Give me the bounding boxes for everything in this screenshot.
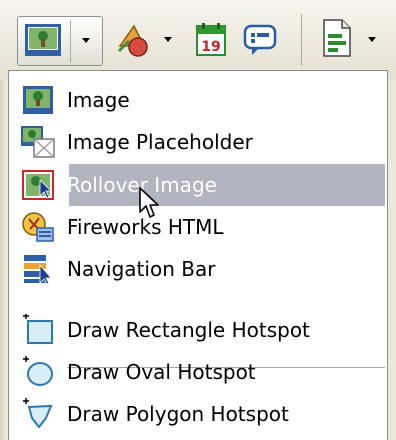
calendar-icon: 19 <box>196 23 226 56</box>
document-button[interactable] <box>318 16 388 64</box>
comment-button[interactable] <box>240 16 280 64</box>
mouse-cursor-icon <box>139 187 159 218</box>
date-button[interactable]: 19 <box>193 16 229 64</box>
comment-icon <box>243 24 277 55</box>
menu-item-fireworks-html[interactable]: Fireworks HTML <box>13 206 385 248</box>
menu-item-label: Image <box>67 88 130 112</box>
image-dropdown-menu: Image Image Placeholder Rollover Image F… <box>8 70 388 440</box>
menu-item-label: Draw Oval Hotspot <box>67 360 256 384</box>
toolbar-separator <box>301 14 302 66</box>
polygon-hotspot-icon <box>13 393 63 435</box>
dropdown-arrow-icon[interactable] <box>162 33 174 45</box>
image-button[interactable] <box>17 16 103 66</box>
menu-item-draw-polygon-hotspot[interactable]: Draw Polygon Hotspot <box>13 393 385 435</box>
insert-toolbar: 19 <box>0 0 396 80</box>
oval-hotspot-icon <box>13 351 63 393</box>
menu-item-label: Draw Rectangle Hotspot <box>67 318 310 342</box>
menu-item-label: Image Placeholder <box>67 130 253 154</box>
image-icon <box>24 23 62 57</box>
dropdown-arrow-icon[interactable] <box>366 33 378 45</box>
document-icon <box>320 18 356 58</box>
shapes-icon <box>114 20 154 60</box>
image-placeholder-icon <box>13 121 63 163</box>
menu-item-draw-oval-hotspot[interactable]: Draw Oval Hotspot <box>13 351 385 393</box>
menu-item-navigation-bar[interactable]: Navigation Bar <box>13 248 385 290</box>
calendar-date-label: 19 <box>201 39 220 55</box>
rectangle-hotspot-icon <box>13 309 63 351</box>
shape-button[interactable] <box>110 16 180 64</box>
menu-item-draw-rectangle-hotspot[interactable]: Draw Rectangle Hotspot <box>13 309 385 351</box>
navigation-bar-icon <box>13 248 63 290</box>
menu-item-image[interactable]: Image <box>13 79 385 121</box>
dropdown-arrow-icon[interactable] <box>80 34 92 46</box>
menu-item-label: Navigation Bar <box>67 257 216 281</box>
menu-item-label: Draw Polygon Hotspot <box>67 402 289 426</box>
menu-item-rollover-image[interactable]: Rollover Image <box>13 164 385 206</box>
image-icon <box>13 79 63 121</box>
menu-item-image-placeholder[interactable]: Image Placeholder <box>13 121 385 163</box>
rollover-image-icon <box>13 164 63 206</box>
split-divider <box>70 20 71 62</box>
fireworks-icon <box>13 206 63 248</box>
